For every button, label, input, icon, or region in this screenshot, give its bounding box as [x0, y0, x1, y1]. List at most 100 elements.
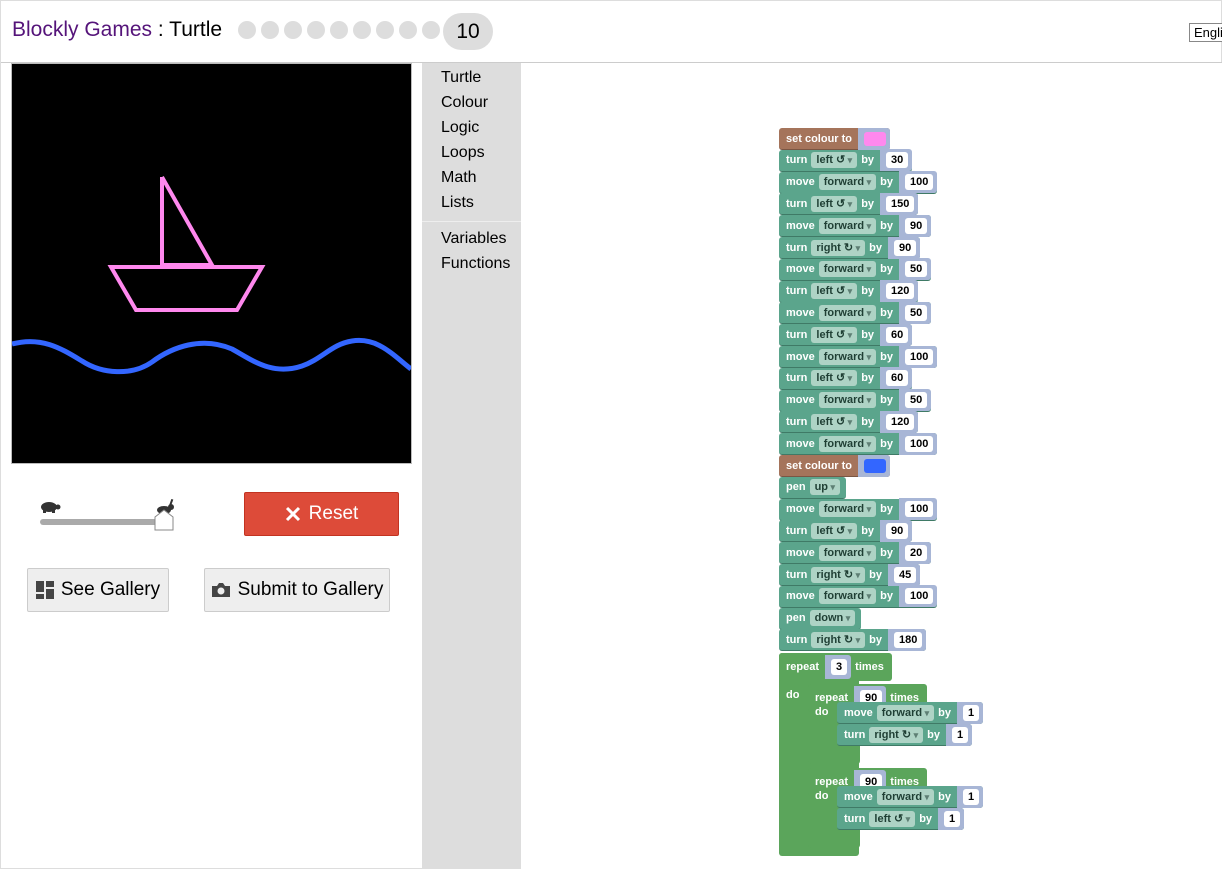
turn-block[interactable]: turnleft ↺by 120 [779, 410, 919, 434]
number-input[interactable]: 100 [904, 588, 934, 605]
number-input[interactable]: 60 [886, 326, 909, 343]
level-dot[interactable] [261, 21, 279, 39]
toolbox-math[interactable]: Math [441, 169, 477, 187]
turn-block[interactable]: turnright ↻by 45 [779, 563, 921, 586]
colour-swatch[interactable] [864, 131, 887, 146]
number-input[interactable]: 100 [904, 348, 934, 365]
toolbox-loops[interactable]: Loops [441, 144, 485, 162]
number-input[interactable]: 60 [886, 370, 909, 387]
turn-dropdown[interactable]: left ↺ [811, 195, 858, 212]
turn-dropdown[interactable]: right ↻ [811, 566, 866, 583]
number-input[interactable]: 100 [904, 174, 934, 191]
pen-dropdown[interactable]: up [809, 479, 841, 496]
toolbox-logic[interactable]: Logic [441, 119, 479, 137]
number-input[interactable]: 1 [962, 788, 980, 805]
number-input[interactable]: 50 [904, 392, 928, 409]
number-input[interactable]: 90 [893, 239, 917, 256]
level-dot[interactable] [399, 21, 417, 39]
level-dot[interactable] [422, 21, 440, 39]
set-colour-block[interactable]: set colour to [779, 127, 891, 150]
move-dropdown[interactable]: forward [818, 435, 877, 452]
number-input[interactable]: 120 [886, 413, 915, 430]
move-dropdown[interactable]: forward [818, 174, 877, 191]
pen-dropdown[interactable]: down [809, 610, 856, 627]
move-block[interactable]: moveforwardby 1 [837, 701, 984, 725]
turn-block[interactable]: turnright ↻by 1 [837, 723, 973, 747]
move-block[interactable]: moveforwardby 20 [779, 541, 932, 565]
submit-gallery-button[interactable]: Submit to Gallery [204, 568, 390, 612]
blockly-workspace[interactable]: set colour toturnleft ↺by30moveforwardby… [521, 63, 1222, 869]
toolbox-variables[interactable]: Variables [441, 230, 507, 248]
language-select[interactable]: English [1189, 23, 1222, 42]
colour-socket[interactable] [858, 127, 891, 150]
turn-block[interactable]: turnleft ↺by 60 [779, 323, 913, 347]
number-input[interactable]: 90 [886, 522, 909, 539]
number-input[interactable]: 100 [904, 501, 934, 518]
toolbox-lists[interactable]: Lists [441, 194, 474, 212]
move-dropdown[interactable]: forward [818, 304, 877, 321]
speed-thumb[interactable] [154, 509, 174, 531]
number-input[interactable]: 30 [886, 152, 909, 169]
turn-block[interactable]: turnright ↻by 180 [779, 628, 927, 652]
colour-socket[interactable] [858, 454, 891, 477]
turn-block[interactable]: turnright ↻by 90 [779, 236, 921, 259]
level-dot[interactable] [284, 21, 302, 39]
move-dropdown[interactable]: forward [876, 704, 935, 721]
turn-block[interactable]: turnleft ↺by 120 [779, 280, 919, 303]
number-input[interactable]: 180 [893, 631, 923, 648]
pen-block[interactable]: pen down [779, 607, 862, 630]
move-dropdown[interactable]: forward [818, 392, 877, 409]
number-input[interactable]: 90 [904, 217, 928, 234]
set-colour-block[interactable]: set colour to [779, 454, 891, 477]
turn-block[interactable]: turnleft ↺by 30 [779, 149, 913, 172]
move-dropdown[interactable]: forward [818, 217, 877, 234]
number-input[interactable]: 1 [951, 726, 969, 743]
toolbox-turtle[interactable]: Turtle [441, 69, 481, 87]
move-dropdown[interactable]: forward [876, 788, 935, 805]
level-dot[interactable] [238, 21, 256, 39]
turn-dropdown[interactable]: left ↺ [869, 810, 916, 827]
level-dot[interactable] [353, 21, 371, 39]
move-block[interactable]: moveforwardby 1 [837, 785, 984, 809]
turn-block[interactable]: turnleft ↺by 90 [779, 519, 913, 543]
repeat-count-input[interactable]: 3 [831, 659, 848, 676]
move-block[interactable]: moveforwardby 90 [779, 214, 932, 238]
number-input[interactable]: 45 [893, 566, 917, 583]
colour-swatch[interactable] [864, 458, 887, 473]
pen-block[interactable]: pen up [779, 476, 847, 499]
turn-block[interactable]: turnleft ↺by 1 [837, 807, 965, 831]
speed-slider[interactable] [39, 499, 179, 539]
number-input[interactable]: 1 [962, 704, 980, 721]
move-dropdown[interactable]: forward [818, 501, 877, 518]
move-block[interactable]: moveforwardby 100 [779, 171, 938, 194]
move-block[interactable]: moveforwardby 50 [779, 301, 932, 325]
repeat-header[interactable]: repeat 3 times [779, 653, 892, 682]
brand-link[interactable]: Blockly Games [12, 18, 152, 41]
turn-block[interactable]: turnleft ↺by 60 [779, 367, 913, 390]
move-block[interactable]: moveforwardby 50 [779, 389, 932, 412]
reset-button[interactable]: Reset [244, 492, 399, 536]
turn-dropdown[interactable]: left ↺ [811, 152, 858, 169]
turn-block[interactable]: turnleft ↺by 150 [779, 192, 919, 216]
toolbox-colour[interactable]: Colour [441, 94, 488, 112]
number-input[interactable]: 50 [904, 304, 928, 321]
move-dropdown[interactable]: forward [818, 348, 877, 365]
move-block[interactable]: moveforwardby 100 [779, 585, 938, 608]
turn-dropdown[interactable]: left ↺ [811, 283, 858, 300]
toolbox-functions[interactable]: Functions [441, 255, 510, 273]
see-gallery-button[interactable]: See Gallery [27, 568, 169, 612]
turn-dropdown[interactable]: left ↺ [811, 370, 858, 387]
turn-dropdown[interactable]: left ↺ [811, 413, 858, 430]
level-dot[interactable] [330, 21, 348, 39]
move-dropdown[interactable]: forward [818, 588, 877, 605]
move-block[interactable]: moveforwardby 100 [779, 345, 938, 368]
move-block[interactable]: moveforwardby 100 [779, 498, 938, 521]
turn-dropdown[interactable]: left ↺ [811, 326, 858, 343]
level-dot[interactable] [376, 21, 394, 39]
number-input[interactable]: 50 [904, 261, 928, 278]
number-input[interactable]: 20 [904, 544, 928, 561]
move-block[interactable]: moveforwardby 100 [779, 432, 938, 456]
number-input[interactable]: 120 [886, 283, 915, 300]
number-input[interactable]: 150 [886, 195, 915, 212]
turn-dropdown[interactable]: right ↻ [811, 239, 866, 256]
